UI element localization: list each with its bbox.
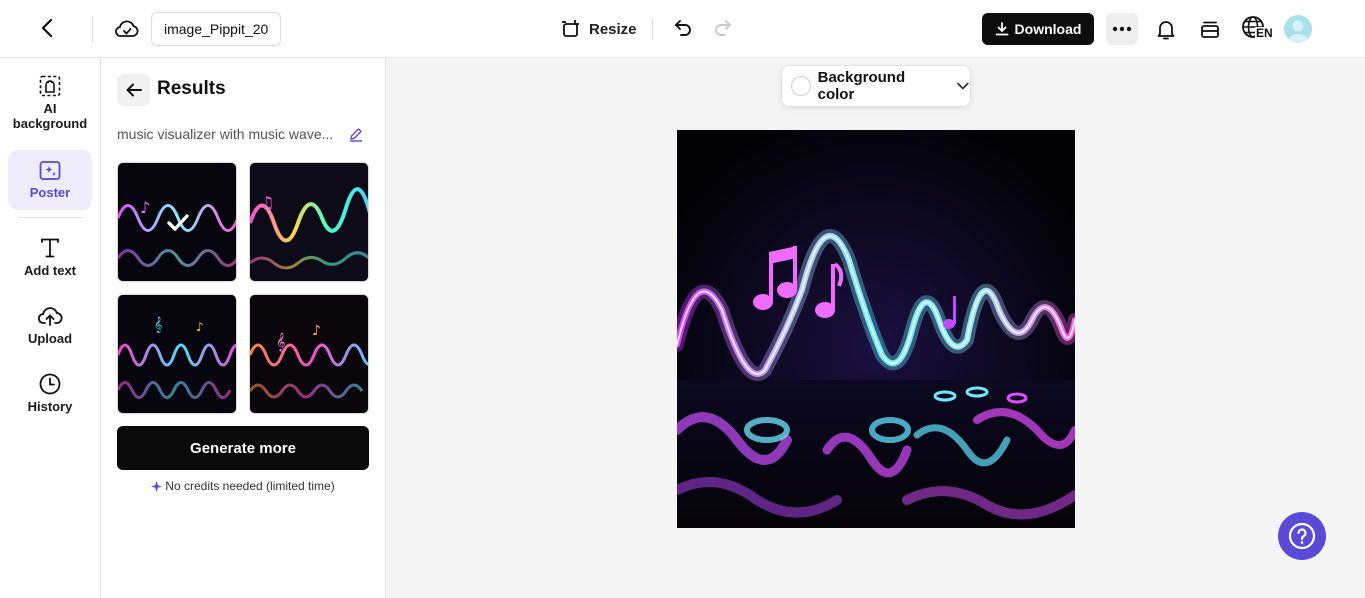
download-button[interactable]: Download [982,13,1094,45]
poster-image[interactable] [677,130,1075,528]
redo-icon[interactable] [712,17,734,39]
nav-label-ai-background: AI background [12,101,88,131]
resize-label: Resize [589,20,637,38]
avatar-icon [1287,20,1309,43]
divider [18,217,82,218]
language-label[interactable]: EN [1255,27,1274,40]
download-icon [995,22,1008,36]
undo-icon[interactable] [672,17,694,39]
bell-icon[interactable] [1154,17,1178,41]
divider [652,18,653,40]
prompt-text: music visualizer with music wave... [117,126,334,142]
nav-item-add-text[interactable]: Add text [8,236,92,278]
results-back-button[interactable] [117,74,150,106]
help-button[interactable] [1278,512,1326,560]
resize-button[interactable]: Resize [561,16,637,42]
history-icon [39,373,61,395]
left-nav: AI background Poster Add text Upload His… [0,58,101,598]
result-thumbnail-2[interactable]: ♫ [249,162,369,282]
results-panel: Results music visualizer with music wave… [101,58,386,598]
more-icon [1112,26,1132,32]
nav-label-history: History [27,399,73,414]
svg-text:𝄞: 𝄞 [154,317,162,333]
resize-icon [562,20,579,37]
nav-label-upload: Upload [27,331,73,346]
ai-background-icon [39,75,61,97]
canvas-area: Background color [386,58,1365,598]
svg-text:♪: ♪ [312,323,321,339]
svg-text:♪: ♪ [196,320,204,334]
edit-icon[interactable] [348,126,364,142]
divider [92,16,93,42]
credits-text: No credits needed (limited time) [165,479,335,493]
background-color-button[interactable]: Background color [781,65,971,107]
svg-text:♪: ♪ [140,198,150,217]
nav-item-ai-background[interactable]: AI background [8,74,92,131]
background-color-label: Background color [817,69,906,103]
back-icon[interactable] [36,16,60,40]
color-swatch [791,76,811,96]
svg-text:𝄞: 𝄞 [276,332,285,352]
nav-item-history[interactable]: History [8,372,92,414]
cloud-icon[interactable] [114,16,140,42]
result-thumbnail-3[interactable]: 𝄞 ♪ [117,294,237,414]
stack-icon[interactable] [1198,17,1222,41]
upload-icon [37,307,63,326]
result-thumbnail-4[interactable]: 𝄞 ♪ [249,294,369,414]
avatar[interactable] [1284,15,1312,43]
arrow-left-icon [126,83,142,97]
nav-label-poster: Poster [29,185,71,200]
nav-item-upload[interactable]: Upload [8,304,92,346]
chevron-down-icon [957,82,969,90]
sparkle-icon [151,480,163,492]
generate-more-button[interactable]: Generate more [117,426,369,470]
nav-label-add-text: Add text [24,263,76,278]
svg-text:♫: ♫ [260,193,274,212]
poster-icon [39,161,61,180]
nav-item-poster[interactable]: Poster [8,150,92,210]
more-button[interactable] [1106,13,1138,45]
help-icon [1288,522,1316,550]
credits-note: No credits needed (limited time) [117,479,369,493]
download-label: Download [1014,21,1082,37]
panel-title: Results [157,78,226,99]
text-icon [41,238,59,258]
filename-field[interactable]: image_Pippit_20 [151,12,281,46]
top-bar: image_Pippit_20 Resize Download EN [0,0,1365,58]
result-thumbnail-1[interactable]: ♪ [117,162,237,282]
music-wave-image [677,130,1075,528]
